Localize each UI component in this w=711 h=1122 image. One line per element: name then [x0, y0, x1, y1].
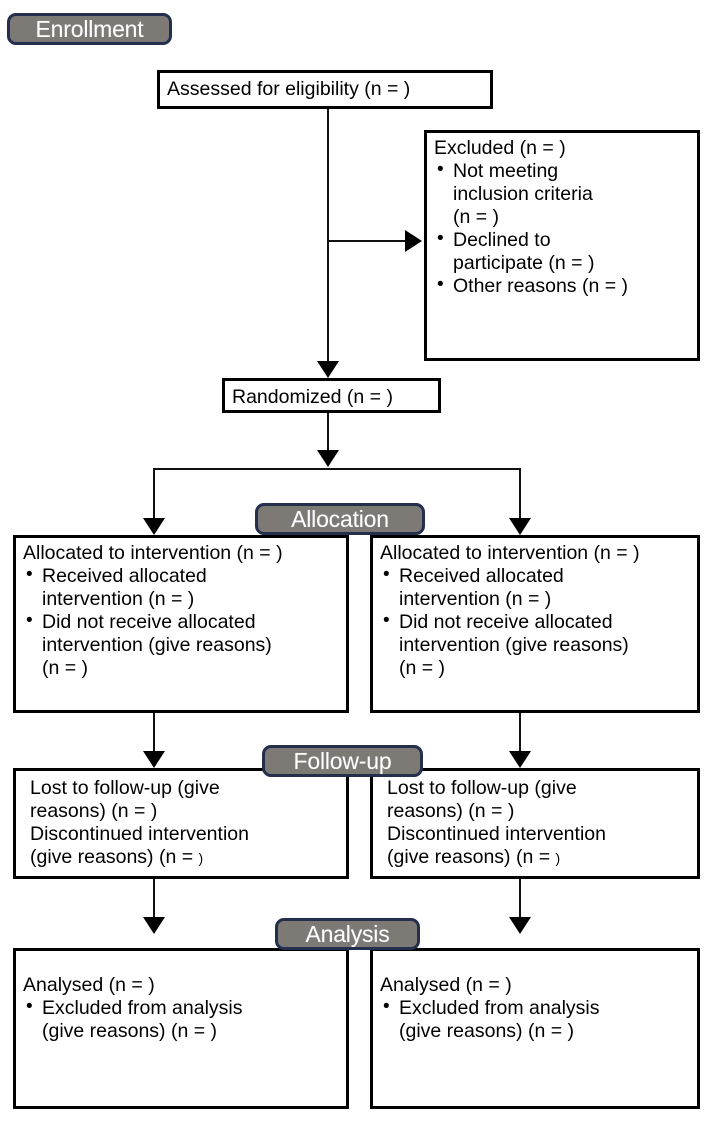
bullet-text: inclusion criteria [453, 183, 593, 205]
bullet-text: participate (n = ) [453, 252, 595, 274]
connector-allocation-split-bar [153, 468, 520, 470]
stage-badge-followup-label: Follow-up [293, 747, 392, 774]
analysis-left-heading: Analysed (n = ) [23, 974, 155, 996]
analysis-left-bullet-list: Excluded from analysis (give reasons) (n… [23, 996, 340, 1043]
followup-right-line-4-main: (give reasons) (n = [387, 846, 556, 868]
arrowhead-into-allocation-right [509, 518, 531, 535]
list-item: Excluded from analysis (give reasons) (n… [23, 996, 340, 1043]
list-item: Declined to participate (n = ) [434, 228, 691, 275]
arrowhead-into-analysis-left [143, 917, 165, 934]
stage-badge-enrollment-label: Enrollment [35, 15, 144, 42]
bullet-text: Declined to [453, 229, 551, 251]
list-item: Not meeting inclusion criteria (n = ) [434, 159, 691, 229]
followup-right-line-2: reasons) (n = ) [387, 800, 515, 822]
bullet-text: Received allocated [399, 565, 564, 587]
excluded-bullet-list: Not meeting inclusion criteria (n = ) De… [434, 159, 691, 298]
consort-flow-diagram: Enrollment Assessed for eligibility (n =… [0, 0, 711, 1122]
allocation-right-heading: Allocated to intervention (n = ) [380, 542, 640, 564]
assessed-text: Assessed for eligibility (n = ) [167, 78, 411, 100]
bullet-text: intervention (n = ) [399, 588, 552, 610]
followup-right-line-3: Discontinued intervention [387, 823, 606, 845]
followup-left-line-2: reasons) (n = ) [30, 800, 158, 822]
followup-left-line-4-main: (give reasons) (n = [30, 846, 199, 868]
bullet-text: (n = ) [399, 657, 446, 679]
list-item: Excluded from analysis (give reasons) (n… [380, 996, 691, 1043]
list-item: Did not receive allocated intervention (… [23, 610, 340, 680]
box-followup-right: Lost to follow-up (give reasons) (n = ) … [370, 768, 700, 879]
bullet-text: Did not receive allocated [399, 611, 613, 633]
followup-left-line-4-paren: ) [198, 850, 204, 866]
box-randomized: Randomized (n = ) [222, 378, 441, 413]
allocation-left-bullet-list: Received allocated intervention (n = ) D… [23, 564, 340, 680]
bullet-text: Other reasons (n = ) [453, 275, 629, 297]
analysis-right-bullet-list: Excluded from analysis (give reasons) (n… [380, 996, 691, 1043]
box-excluded: Excluded (n = ) Not meeting inclusion cr… [424, 130, 700, 361]
followup-left-line-3: Discontinued intervention [30, 823, 249, 845]
stage-badge-analysis: Analysis [275, 918, 420, 950]
excluded-heading: Excluded (n = ) [434, 137, 566, 159]
box-followup-left: Lost to follow-up (give reasons) (n = ) … [13, 768, 349, 879]
followup-left-line-1: Lost to follow-up (give [30, 777, 220, 799]
list-item: Received allocated intervention (n = ) [23, 564, 340, 611]
stage-badge-enrollment: Enrollment [7, 13, 172, 45]
bullet-text: Received allocated [42, 565, 207, 587]
arrowhead-into-excluded [405, 230, 422, 252]
arrowhead-into-analysis-right [509, 917, 531, 934]
stage-badge-analysis-label: Analysis [305, 920, 390, 947]
box-allocation-left: Allocated to intervention (n = ) Receive… [13, 535, 349, 713]
followup-right-line-4-paren: ) [555, 850, 561, 866]
arrowhead-into-randomized [317, 361, 339, 378]
arrowhead-into-followup-left [143, 751, 165, 768]
bullet-text: intervention (give reasons) [399, 634, 629, 656]
arrowhead-into-allocation-left [143, 518, 165, 535]
randomized-text: Randomized (n = ) [232, 386, 393, 408]
followup-right-line-4: (give reasons) (n = ) [387, 846, 691, 869]
allocation-left-heading: Allocated to intervention (n = ) [23, 542, 283, 564]
bullet-text: (give reasons) (n = ) [42, 1020, 218, 1042]
box-allocation-right: Allocated to intervention (n = ) Receive… [370, 535, 700, 713]
box-analysis-right: Analysed (n = ) Excluded from analysis (… [370, 948, 700, 1109]
stage-badge-allocation-label: Allocation [291, 505, 389, 532]
bullet-text: (give reasons) (n = ) [399, 1020, 575, 1042]
arrowhead-into-followup-right [509, 751, 531, 768]
list-item: Did not receive allocated intervention (… [380, 610, 691, 680]
allocation-right-bullet-list: Received allocated intervention (n = ) D… [380, 564, 691, 680]
stage-badge-followup: Follow-up [262, 745, 423, 777]
connector-randomized-trunk [327, 413, 329, 455]
bullet-text: Did not receive allocated [42, 611, 256, 633]
list-item: Received allocated intervention (n = ) [380, 564, 691, 611]
followup-left-line-4: (give reasons) (n = ) [30, 846, 340, 869]
box-assessed-for-eligibility: Assessed for eligibility (n = ) [157, 70, 493, 109]
bullet-text: intervention (n = ) [42, 588, 195, 610]
bullet-text: Not meeting [453, 160, 559, 182]
analysis-right-heading: Analysed (n = ) [380, 974, 512, 996]
box-analysis-left: Analysed (n = ) Excluded from analysis (… [13, 948, 349, 1109]
connector-assessed-to-excluded [327, 240, 407, 242]
bullet-text: Excluded from analysis [42, 997, 243, 1019]
bullet-text: (n = ) [42, 657, 89, 679]
stage-badge-allocation: Allocation [255, 503, 425, 535]
bullet-text: (n = ) [453, 206, 500, 228]
followup-right-line-1: Lost to follow-up (give [387, 777, 577, 799]
arrowhead-randomized-split [317, 450, 339, 467]
list-item: Other reasons (n = ) [434, 274, 691, 298]
bullet-text: Excluded from analysis [399, 997, 600, 1019]
bullet-text: intervention (give reasons) [42, 634, 272, 656]
